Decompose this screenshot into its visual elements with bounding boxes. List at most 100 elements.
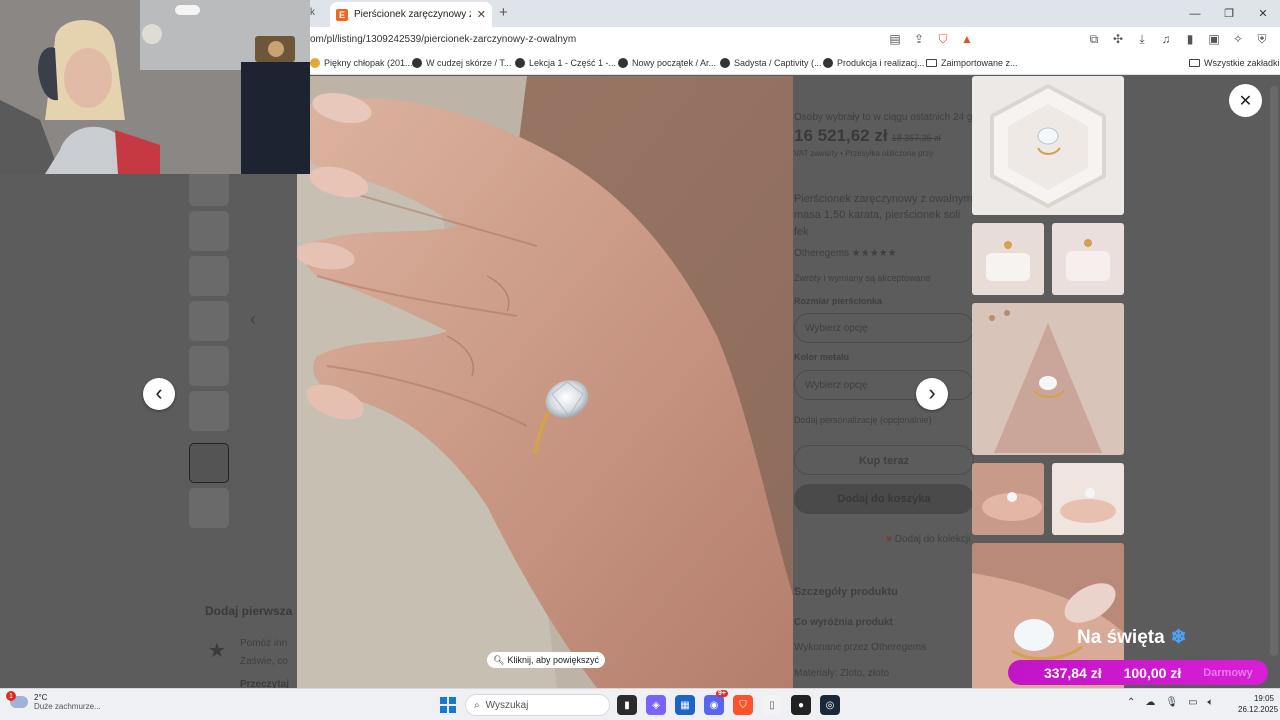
bookmark-folder[interactable]: Zaimportowane z... bbox=[926, 58, 1018, 68]
download-icon[interactable]: ⤓ bbox=[1135, 32, 1149, 46]
description-2: masa 1,50 karata, pierścionek soli bbox=[794, 209, 961, 221]
review-prompt-2: Zaświe, co bbox=[240, 656, 288, 667]
restore-icon[interactable]: ❐ bbox=[1212, 0, 1246, 27]
copilot-icon[interactable]: ◈ bbox=[646, 695, 666, 715]
share-icon[interactable]: ⇪ bbox=[912, 32, 926, 46]
url-field[interactable]: om/pl/listing/1309242539/piercionek-zarc… bbox=[310, 34, 576, 45]
listing-thumbnail[interactable] bbox=[189, 211, 229, 251]
webcam-overlay bbox=[0, 0, 310, 174]
chevron-left-icon: ‹ bbox=[155, 379, 163, 405]
volume-icon[interactable]: 🔈︎ bbox=[1208, 697, 1214, 708]
magnifier-icon: 🔍︎ bbox=[493, 654, 505, 665]
lightbox-main-image[interactable] bbox=[297, 76, 793, 688]
bookmark-item[interactable]: W cudzej skórze / T... bbox=[412, 58, 511, 68]
gallery-thumb[interactable] bbox=[1052, 463, 1124, 535]
windows-start-icon[interactable] bbox=[440, 697, 456, 713]
metal-label: Kolor metalu bbox=[794, 352, 850, 362]
tab-etsy-listing[interactable]: E Pierścionek zaręczynowy z owaln ✕ bbox=[330, 2, 492, 27]
bookmark-item[interactable]: Produkcja i realizacj... bbox=[823, 58, 925, 68]
reader-mode-icon[interactable]: ▤ bbox=[888, 32, 902, 46]
zoom-hint[interactable]: 🔍︎ Kliknij, aby powiększyć bbox=[487, 652, 605, 668]
taskbar-clock[interactable]: 19:05 26.12.2025 bbox=[1238, 693, 1278, 715]
listing-thumbnail[interactable] bbox=[189, 488, 229, 528]
window-controls: — ❐ ✕ bbox=[1178, 0, 1280, 27]
sidebar-icon[interactable]: ▮ bbox=[1183, 32, 1197, 46]
brave-shield-icon[interactable]: ⛉ bbox=[936, 32, 950, 46]
listing-prev-chevron-icon[interactable]: ‹ bbox=[250, 309, 256, 330]
bookmark-icon bbox=[618, 58, 628, 68]
store-icon[interactable]: ▦ bbox=[675, 695, 695, 715]
bookmark-item[interactable]: Lekcja 1 - Część 1 -... bbox=[515, 58, 616, 68]
folder-icon bbox=[1189, 59, 1200, 67]
bookmark-icon bbox=[823, 58, 833, 68]
puzzle-icon[interactable]: ✣ bbox=[1111, 32, 1125, 46]
file-explorer-icon[interactable]: ▮ bbox=[617, 695, 637, 715]
music-icon[interactable]: ♫ bbox=[1159, 32, 1173, 46]
listing-thumbnail-active[interactable] bbox=[189, 443, 229, 483]
description-3: fek bbox=[794, 226, 809, 238]
weather-widget[interactable]: 1 2°C Duże zachmurze... bbox=[6, 691, 101, 711]
brave-icon[interactable]: ⛉ bbox=[733, 695, 753, 715]
lightbox-next-button[interactable]: › bbox=[916, 378, 948, 410]
new-tab-icon[interactable]: + bbox=[499, 4, 508, 21]
taskbar-search[interactable]: ⌕ Wyszukaj bbox=[465, 694, 610, 716]
rewards-icon[interactable]: ▲ bbox=[960, 32, 974, 46]
close-window-icon[interactable]: ✕ bbox=[1246, 0, 1280, 27]
ai-icon[interactable]: ✧ bbox=[1231, 32, 1245, 46]
add-to-cart-button[interactable]: Dodaj do koszyka bbox=[794, 484, 974, 514]
description: Pierścionek zaręczynowy z owalnym bbox=[794, 193, 973, 205]
obs-icon[interactable]: ● bbox=[791, 695, 811, 715]
seller-rating[interactable]: Otheregems ★★★★★ bbox=[794, 248, 897, 259]
gallery-thumb[interactable] bbox=[972, 463, 1044, 535]
clock-time: 19:05 bbox=[1253, 694, 1274, 703]
page-scrollbar[interactable] bbox=[1270, 86, 1278, 656]
listing-thumbnail[interactable] bbox=[189, 391, 229, 431]
microphone-icon[interactable]: 🎙︎ bbox=[1165, 697, 1178, 708]
gallery-thumb-cone[interactable] bbox=[972, 303, 1124, 455]
listing-thumbnail[interactable] bbox=[189, 256, 229, 296]
promo-value: 337,84 zł bbox=[1044, 664, 1102, 681]
vpn-icon[interactable]: ⛨ bbox=[1255, 32, 1269, 46]
bookmark-item[interactable]: Piękny chłopak (201... bbox=[310, 58, 413, 68]
made-by: Wykonane przez Otheregems bbox=[794, 642, 927, 653]
listing-thumbnail[interactable] bbox=[189, 346, 229, 386]
chevron-right-icon: › bbox=[928, 379, 936, 405]
bookmark-icon bbox=[515, 58, 525, 68]
wallet-icon[interactable]: ▣ bbox=[1207, 32, 1221, 46]
size-select[interactable]: Wybierz opcję bbox=[794, 313, 974, 343]
gallery-thumb[interactable] bbox=[972, 223, 1044, 295]
bookmark-item[interactable]: Nowy początek / Ar... bbox=[618, 58, 716, 68]
review-link[interactable]: Przeczytaj bbox=[240, 679, 289, 688]
buy-now-button[interactable]: Kup teraz bbox=[794, 445, 974, 475]
tab-close-icon[interactable]: ✕ bbox=[477, 8, 486, 21]
close-icon: ✕ bbox=[1238, 92, 1253, 110]
gallery-thumb[interactable] bbox=[1052, 223, 1124, 295]
promo-value-second: 100,00 zł bbox=[1123, 664, 1182, 681]
steam-icon[interactable]: ◎ bbox=[820, 695, 840, 715]
all-bookmarks[interactable]: Wszystkie zakładki bbox=[1189, 58, 1280, 68]
discord-icon[interactable]: ◉ 9+ bbox=[704, 690, 728, 715]
add-to-collection[interactable]: ♥ Dodaj do kolekcji bbox=[886, 534, 970, 545]
returns-info: Zwroty i wymiany są akceptowane bbox=[794, 273, 931, 283]
lightbox-close-button[interactable]: ✕ bbox=[1229, 84, 1262, 117]
extensions-icon[interactable]: ⧉ bbox=[1087, 32, 1101, 46]
previous-tab-fragment[interactable]: k bbox=[310, 7, 315, 18]
weather-temp: 2°C bbox=[34, 693, 48, 702]
personalize-link[interactable]: Dodaj personalizację (opcjonalnie) bbox=[794, 415, 932, 425]
promo-bar[interactable]: 337,84 zł 100,00 zł Darmowy bbox=[1008, 660, 1268, 685]
bookmark-icon bbox=[412, 58, 422, 68]
streamer-webcam-feed bbox=[0, 0, 310, 174]
notes-icon[interactable]: ▯ bbox=[762, 695, 782, 715]
bookmark-icon bbox=[310, 58, 320, 68]
display-icon[interactable]: ▭ bbox=[1188, 697, 1197, 708]
price-row: 16 521,62 zł 18 357,35 zł bbox=[794, 126, 941, 146]
gallery-thumb-box[interactable] bbox=[972, 76, 1124, 215]
taskbar-apps: ▮ ◈ ▦ ◉ 9+ ⛉ ▯ ● ◎ bbox=[617, 690, 840, 715]
onedrive-icon[interactable]: ☁ bbox=[1145, 697, 1155, 708]
listing-thumbnail[interactable] bbox=[189, 301, 229, 341]
minimize-icon[interactable]: — bbox=[1178, 0, 1212, 27]
chevron-up-icon[interactable]: ⌃ bbox=[1127, 697, 1135, 708]
lightbox-prev-button[interactable]: ‹ bbox=[143, 378, 175, 410]
system-tray: ⌃ ☁ 🎙︎ ▭ 🔈︎ bbox=[1127, 697, 1214, 708]
bookmark-item[interactable]: Sadysta / Captivity (... bbox=[720, 58, 822, 68]
